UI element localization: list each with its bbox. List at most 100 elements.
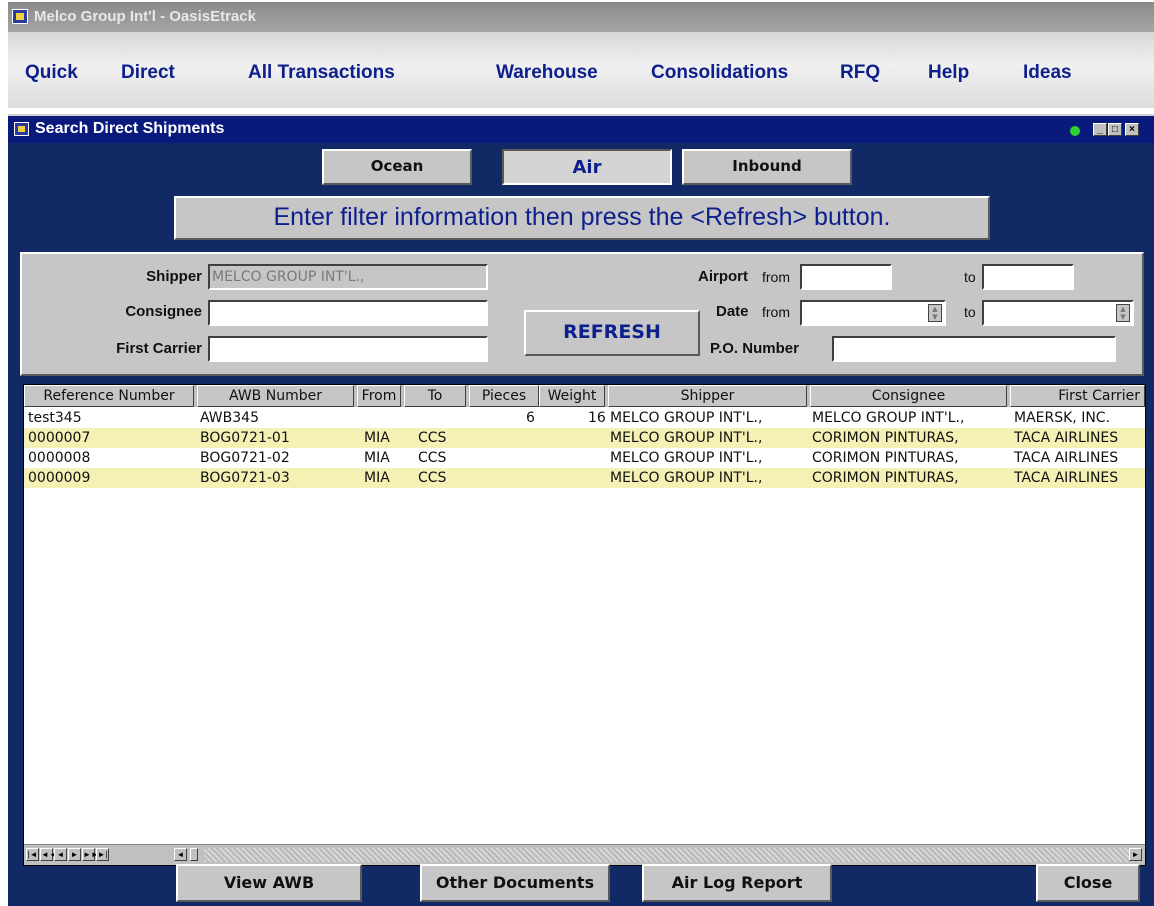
scroll-thumb[interactable] [190,848,198,861]
instruction-banner: Enter filter information then press the … [174,196,990,240]
tab-air[interactable]: Air [502,149,672,185]
cell-first-carrier: MAERSK, INC. [1014,410,1111,426]
airport-to-label: to [964,269,976,285]
cell-reference: 0000009 [28,470,91,486]
date-to-spin-icon[interactable]: ▲ ▼ [1116,304,1130,322]
table-row[interactable]: test345 AWB345 6 16 MELCO GROUP INT'L., … [24,408,1145,428]
cell-awb: BOG0721-01 [200,430,290,446]
search-direct-shipments-window: Search Direct Shipments _ □ × Ocean Air … [8,114,1154,906]
cell-from: MIA [364,450,390,466]
minimize-icon[interactable]: _ [1093,123,1107,136]
date-from-field[interactable]: ▲ ▼ [800,300,946,326]
col-header-from[interactable]: From [357,385,401,407]
consignee-field[interactable] [208,300,488,326]
cell-reference: 0000008 [28,450,91,466]
table-row[interactable]: 0000008 BOG0721-02 MIA CCS MELCO GROUP I… [24,448,1145,468]
date-from-spin-icon[interactable]: ▲ ▼ [928,304,942,322]
last-record-icon[interactable]: ►| [96,848,109,861]
table-row[interactable]: 0000009 BOG0721-03 MIA CCS MELCO GROUP I… [24,468,1145,488]
cell-consignee: MELCO GROUP INT'L., [812,410,965,426]
menu-direct[interactable]: Direct [121,62,175,84]
date-to-field[interactable]: ▲ ▼ [982,300,1134,326]
menu-all-transactions[interactable]: All Transactions [248,62,395,84]
prev-record-icon[interactable]: ◄ [54,848,67,861]
menu-quick[interactable]: Quick [25,62,78,84]
window-title-bar: Search Direct Shipments _ □ × [8,114,1154,143]
first-record-icon[interactable]: |◄ [26,848,39,861]
app-icon [12,9,28,24]
menu-help[interactable]: Help [928,62,969,84]
close-button[interactable]: Close [1036,864,1140,902]
next-record-icon[interactable]: ► [68,848,81,861]
table-row[interactable]: 0000007 BOG0721-01 MIA CCS MELCO GROUP I… [24,428,1145,448]
date-to-label: to [964,304,976,320]
other-documents-button[interactable]: Other Documents [420,864,610,902]
first-carrier-field[interactable] [208,336,488,362]
grid-navigation-bar: |◄ ◄◄ ◄ ► ►► ►| ◄ ► [24,844,1145,865]
shipper-label: Shipper [146,268,202,285]
prev-page-icon[interactable]: ◄◄ [40,848,57,861]
app-title-bar: Melco Group Int'l - OasisEtrack [8,2,1154,32]
close-icon[interactable]: × [1125,123,1139,136]
filter-panel: Shipper MELCO GROUP INT'L., Consignee Fi… [20,252,1144,376]
cell-to: CCS [418,450,447,466]
cell-from: MIA [364,470,390,486]
col-header-pieces[interactable]: Pieces [469,385,539,407]
cell-consignee: CORIMON PINTURAS, [812,450,959,466]
col-header-awb[interactable]: AWB Number [197,385,354,407]
date-from-label: from [762,304,790,320]
cell-first-carrier: TACA AIRLINES [1014,430,1119,446]
tab-ocean[interactable]: Ocean [322,149,472,185]
cell-consignee: CORIMON PINTURAS, [812,470,959,486]
status-led-icon [1070,126,1080,136]
scroll-left-icon[interactable]: ◄ [174,848,187,861]
airport-to-field[interactable] [982,264,1074,290]
cell-pieces: 6 [526,410,535,426]
cell-awb: AWB345 [200,410,259,426]
refresh-button[interactable]: REFRESH [524,310,700,356]
shipper-field[interactable]: MELCO GROUP INT'L., [208,264,488,290]
horizontal-scrollbar[interactable] [204,848,1140,862]
scroll-right-icon[interactable]: ► [1129,848,1142,861]
cell-from: MIA [364,430,390,446]
view-awb-button[interactable]: View AWB [176,864,362,902]
col-header-to[interactable]: To [404,385,466,407]
airport-from-field[interactable] [800,264,892,290]
menu-consolidations[interactable]: Consolidations [651,62,788,84]
tab-inbound[interactable]: Inbound [682,149,852,185]
menu-ideas[interactable]: Ideas [1023,62,1072,84]
air-log-report-button[interactable]: Air Log Report [642,864,832,902]
col-header-shipper[interactable]: Shipper [608,385,807,407]
airport-from-label: from [762,269,790,285]
col-header-consignee[interactable]: Consignee [810,385,1007,407]
menu-rfq[interactable]: RFQ [840,62,880,84]
date-label: Date [716,303,749,320]
grid-header: Reference Number AWB Number From To Piec… [24,385,1145,407]
maximize-icon[interactable]: □ [1108,123,1122,136]
menu-warehouse[interactable]: Warehouse [496,62,598,84]
cell-shipper: MELCO GROUP INT'L., [610,450,763,466]
cell-first-carrier: TACA AIRLINES [1014,470,1119,486]
cell-to: CCS [418,430,447,446]
shipments-grid[interactable]: Reference Number AWB Number From To Piec… [23,384,1146,866]
app-title: Melco Group Int'l - OasisEtrack [34,8,256,25]
next-page-icon[interactable]: ►► [82,848,99,861]
cell-consignee: CORIMON PINTURAS, [812,430,959,446]
cell-shipper: MELCO GROUP INT'L., [610,430,763,446]
cell-awb: BOG0721-02 [200,450,290,466]
window-icon [14,122,29,136]
menu-bar: Quick Direct All Transactions Warehouse … [8,32,1154,108]
col-header-first-carrier[interactable]: First Carrier [1010,385,1145,407]
airport-label: Airport [698,268,748,285]
po-number-field[interactable] [832,336,1116,362]
cell-awb: BOG0721-03 [200,470,290,486]
window-title: Search Direct Shipments [35,120,225,137]
cell-weight: 16 [588,410,606,426]
po-number-label: P.O. Number [710,340,799,357]
cell-first-carrier: TACA AIRLINES [1014,450,1119,466]
cell-shipper: MELCO GROUP INT'L., [610,410,763,426]
col-header-reference[interactable]: Reference Number [24,385,194,407]
first-carrier-label: First Carrier [116,340,202,357]
cell-to: CCS [418,470,447,486]
col-header-weight[interactable]: Weight [539,385,605,407]
